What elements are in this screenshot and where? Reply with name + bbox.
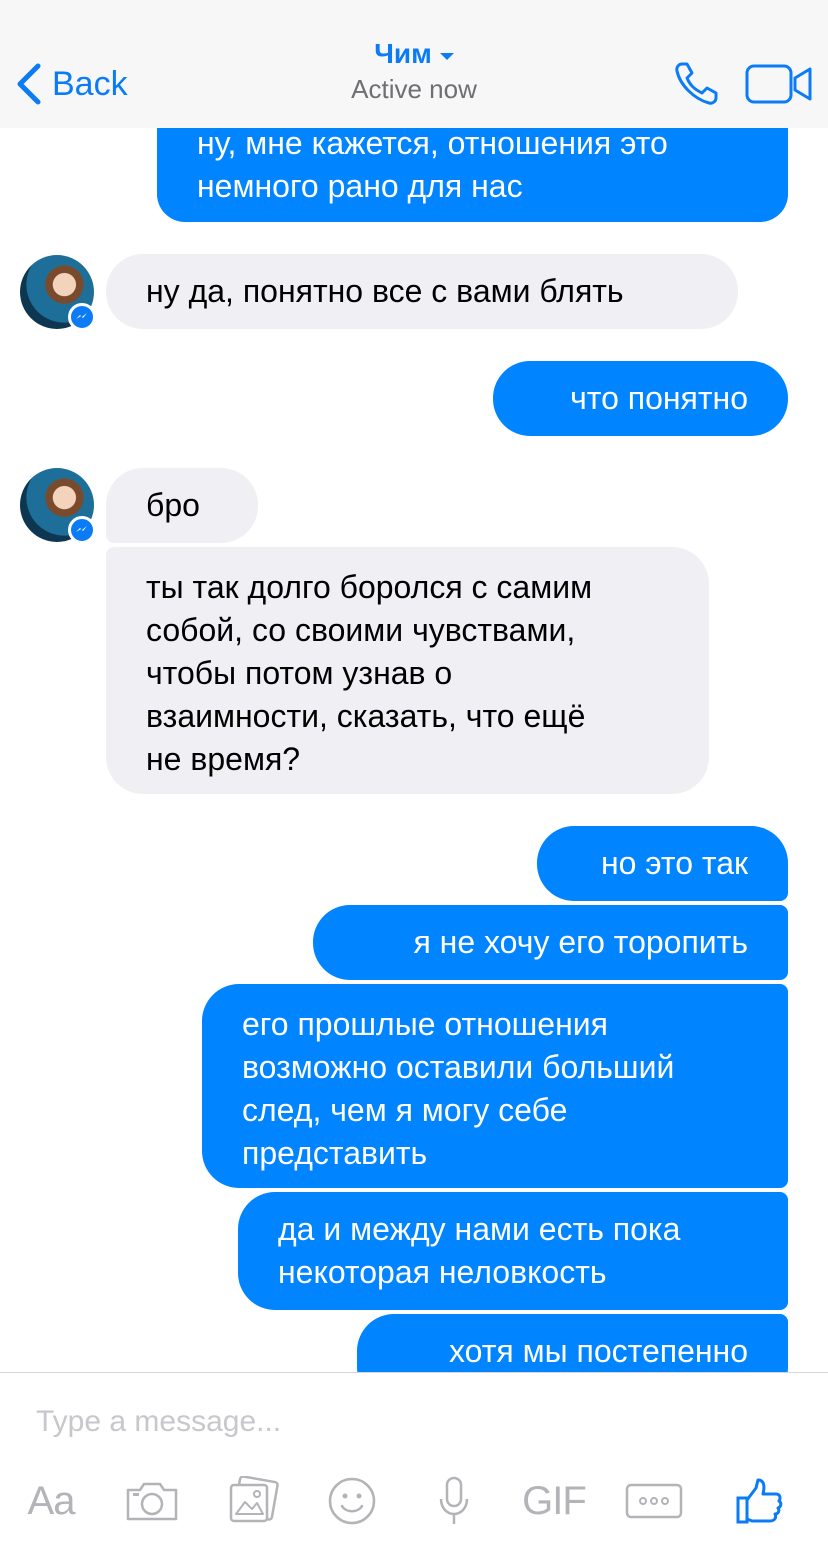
message-text: хотя мы постепенно <box>449 1333 748 1369</box>
contact-avatar[interactable] <box>20 468 96 544</box>
gallery-icon <box>229 1476 279 1523</box>
emoji-icon <box>328 1477 376 1525</box>
message-bubble-incoming[interactable]: ну да, понятно все с вами блять <box>106 254 738 329</box>
thumbs-up-icon <box>736 1478 783 1524</box>
voice-button[interactable] <box>434 1473 474 1529</box>
gif-button[interactable]: GIF <box>518 1473 590 1529</box>
contact-avatar[interactable] <box>20 255 96 331</box>
messenger-chat-screen: ну, мне кажется, отношения это немного р… <box>0 0 828 1550</box>
chat-header: Back Чим Active now <box>0 0 828 128</box>
message-text: бро <box>146 487 200 523</box>
camera-button[interactable] <box>124 1473 180 1529</box>
gif-label: GIF <box>522 1478 587 1523</box>
message-text: но это так <box>600 845 748 881</box>
message-text: я не хочу его торопить <box>413 924 748 960</box>
video-camera-icon <box>745 64 812 104</box>
message-text: что понятно <box>570 380 748 416</box>
text-format-label: Aa <box>27 1478 76 1523</box>
message-bubble-outgoing[interactable]: я не хочу его торопить <box>313 905 788 980</box>
contact-name-button[interactable]: Чим <box>374 38 454 70</box>
message-text: его прошлые отношения возможно оставили … <box>242 1006 675 1171</box>
message-bubble-outgoing[interactable]: но это так <box>537 826 788 901</box>
message-input[interactable] <box>34 1401 778 1443</box>
contact-name: Чим <box>374 38 432 69</box>
message-bubble-outgoing[interactable]: хотя мы постепенно <box>357 1314 788 1372</box>
message-text: ну, мне кажется, отношения это немного р… <box>197 125 668 204</box>
like-button[interactable] <box>732 1473 786 1529</box>
messenger-badge-icon <box>68 516 96 544</box>
gallery-button[interactable] <box>226 1473 280 1529</box>
more-icon <box>625 1483 683 1519</box>
video-call-button[interactable] <box>745 64 813 104</box>
message-bubble-outgoing[interactable]: его прошлые отношения возможно оставили … <box>202 984 788 1188</box>
message-list[interactable]: ну, мне кажется, отношения это немного р… <box>0 0 828 1372</box>
message-composer: Aa <box>0 1372 828 1550</box>
message-text: ну да, понятно все с вами блять <box>146 273 624 309</box>
message-bubble-outgoing[interactable]: да и между нами есть пока некоторая нело… <box>238 1192 788 1310</box>
microphone-icon <box>439 1476 469 1524</box>
camera-icon <box>126 1482 178 1521</box>
text-format-button[interactable]: Aa <box>20 1473 82 1529</box>
messenger-badge-icon <box>68 303 96 331</box>
more-button[interactable] <box>624 1473 684 1529</box>
phone-icon <box>675 62 718 105</box>
message-bubble-incoming[interactable]: ты так долго боролся с самим собой, со с… <box>106 547 709 794</box>
caret-down-icon <box>439 52 454 60</box>
emoji-button[interactable] <box>326 1473 378 1529</box>
message-bubble-outgoing[interactable]: что понятно <box>493 361 788 436</box>
call-button[interactable] <box>672 58 722 108</box>
message-text: да и между нами есть пока некоторая нело… <box>278 1211 681 1290</box>
message-bubble-incoming[interactable]: бро <box>106 468 258 543</box>
message-text: ты так долго боролся с самим собой, со с… <box>146 569 593 777</box>
